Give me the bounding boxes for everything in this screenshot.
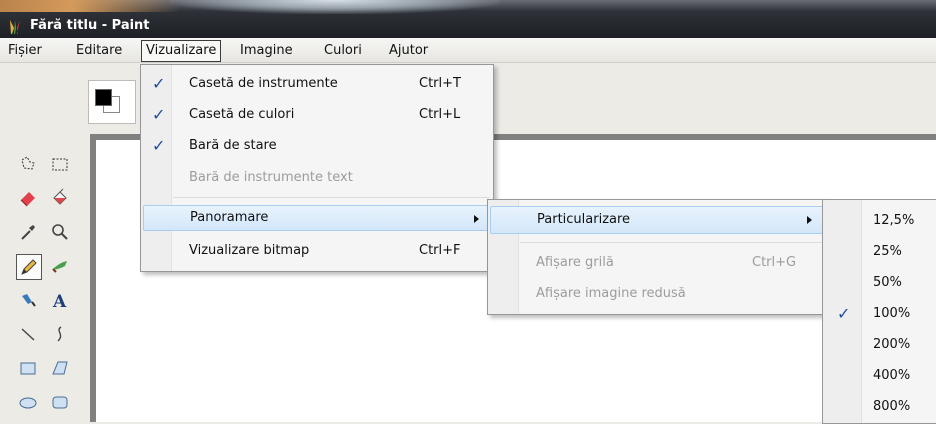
menu-item-label: Panoramare — [190, 210, 269, 225]
free-form-select-icon — [21, 156, 35, 170]
menu-bar: Fișier Editare Vizualizare Imagine Culor… — [0, 38, 936, 63]
menu-item-label: Particularizare — [537, 212, 631, 227]
brush-icon — [52, 261, 67, 273]
menu-item-label: Afișare imagine redusă — [536, 286, 686, 301]
menu-item-label: Bară de instrumente text — [189, 170, 353, 185]
ellipse-tool[interactable] — [16, 390, 40, 414]
zoom-submenu: Particularizare Afișare grilă Ctrl+G Afi… — [487, 199, 829, 315]
menu-item-color-box[interactable]: ✓ Casetă de culori Ctrl+L — [143, 102, 491, 128]
menu-item-label: Casetă de culori — [189, 107, 295, 122]
menu-view[interactable]: Vizualizare — [141, 40, 222, 62]
eraser-icon — [20, 192, 35, 207]
check-icon: ✓ — [152, 136, 166, 155]
airbrush-icon — [22, 294, 36, 307]
ellipse-icon — [19, 397, 37, 409]
shortcut-label: Ctrl+F — [419, 243, 461, 258]
color-indicator — [88, 80, 136, 124]
menu-item-zoom[interactable]: Panoramare — [143, 205, 491, 231]
rect-select-tool[interactable] — [48, 152, 72, 176]
shortcut-label: Ctrl+G — [752, 255, 797, 270]
title-decoration — [0, 0, 180, 12]
magnifier-icon — [52, 224, 68, 240]
menu-item-show-grid[interactable]: Afișare grilă Ctrl+G — [490, 250, 826, 276]
polygon-icon — [52, 361, 68, 375]
menu-item-zoom-50[interactable]: 50% — [825, 268, 936, 298]
menu-file[interactable]: Fișier — [4, 41, 46, 61]
menu-item-label: Casetă de instrumente — [189, 76, 338, 91]
title-glow — [170, 0, 500, 14]
eyedropper-icon — [21, 225, 35, 240]
menu-item-zoom-400[interactable]: 400% — [825, 361, 936, 391]
menu-item-label: 200% — [873, 337, 911, 352]
pencil-tool[interactable] — [16, 254, 42, 280]
free-form-select-tool[interactable] — [16, 152, 40, 176]
menu-separator — [173, 197, 489, 198]
rect-select-icon — [52, 158, 68, 171]
curve-icon — [57, 326, 62, 342]
menu-item-text-toolbar[interactable]: Bară de instrumente text — [143, 165, 491, 191]
line-icon — [21, 328, 35, 341]
paint-app-icon[interactable] — [7, 19, 23, 35]
menu-item-zoom-12-5[interactable]: 12,5% — [825, 206, 936, 236]
shortcut-label: Ctrl+T — [419, 76, 461, 91]
menu-item-zoom-800[interactable]: 800% — [825, 392, 936, 422]
rectangle-tool[interactable] — [16, 356, 40, 380]
check-icon: ✓ — [152, 74, 166, 93]
title-bar: Fără titlu - Paint — [0, 0, 936, 38]
fill-tool[interactable] — [48, 186, 72, 210]
menu-item-toolbox[interactable]: ✓ Casetă de instrumente Ctrl+T — [143, 71, 491, 97]
magnifier-tool[interactable] — [48, 220, 72, 244]
menu-item-label: 50% — [873, 275, 902, 290]
brush-tool[interactable] — [48, 254, 72, 278]
menu-item-label: Afișare grilă — [536, 255, 614, 270]
menu-separator — [520, 242, 824, 243]
menu-item-zoom-100[interactable]: ✓ 100% — [825, 299, 936, 329]
text-tool[interactable]: A — [48, 288, 72, 312]
menu-item-label: 100% — [873, 306, 911, 321]
foreground-color-swatch[interactable] — [95, 89, 112, 106]
rounded-rectangle-tool[interactable] — [48, 390, 72, 414]
menu-edit[interactable]: Editare — [72, 41, 126, 61]
shortcut-label: Ctrl+L — [419, 107, 461, 122]
menu-item-status-bar[interactable]: ✓ Bară de stare — [143, 133, 491, 159]
menu-item-label: Vizualizare bitmap — [189, 243, 310, 258]
rectangle-icon — [20, 362, 36, 375]
svg-text:A: A — [52, 292, 67, 310]
color-picker-tool[interactable] — [16, 220, 40, 244]
menu-colors[interactable]: Culori — [320, 41, 366, 61]
paint-bucket-icon — [53, 188, 67, 205]
zoom-levels-submenu: 12,5% 25% 50% ✓ 100% 200% 400% 800% — [822, 199, 936, 424]
menu-item-custom-zoom[interactable]: Particularizare — [490, 206, 826, 234]
menu-help[interactable]: Ajutor — [385, 41, 432, 61]
polygon-tool[interactable] — [48, 356, 72, 380]
line-tool[interactable] — [16, 322, 40, 346]
view-menu: ✓ Casetă de instrumente Ctrl+T ✓ Casetă … — [140, 64, 494, 272]
menu-item-label: 12,5% — [873, 213, 915, 228]
menu-item-label: Bară de stare — [189, 138, 277, 153]
pencil-icon — [21, 259, 37, 275]
menu-item-label: 400% — [873, 368, 911, 383]
text-icon: A — [52, 292, 67, 310]
menu-item-view-bitmap[interactable]: Vizualizare bitmap Ctrl+F — [143, 238, 491, 264]
curve-tool[interactable] — [48, 322, 72, 346]
check-icon: ✓ — [837, 304, 851, 323]
check-icon: ✓ — [152, 105, 166, 124]
submenu-arrow-icon — [474, 215, 479, 223]
menu-image[interactable]: Imagine — [236, 41, 297, 61]
eraser-tool[interactable] — [16, 186, 40, 210]
menu-item-label: 800% — [873, 399, 911, 414]
rounded-rectangle-icon — [52, 396, 68, 409]
airbrush-tool[interactable] — [16, 288, 40, 312]
window-title: Fără titlu - Paint — [30, 18, 150, 33]
menu-item-zoom-200[interactable]: 200% — [825, 330, 936, 360]
menu-item-label: 25% — [873, 244, 902, 259]
menu-item-zoom-25[interactable]: 25% — [825, 237, 936, 267]
menu-item-show-thumbnail[interactable]: Afișare imagine redusă — [490, 281, 826, 307]
submenu-arrow-icon — [807, 216, 812, 224]
